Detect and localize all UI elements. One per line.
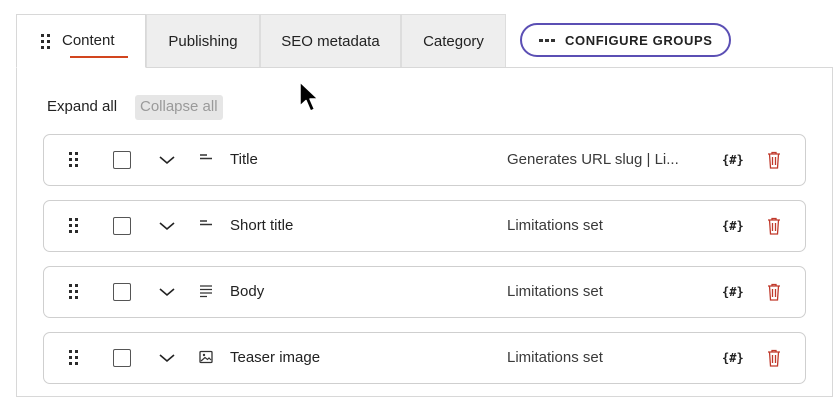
chevron-down-icon[interactable] bbox=[158, 153, 176, 167]
dots-icon bbox=[539, 38, 555, 42]
expand-all-button[interactable]: Expand all bbox=[47, 96, 117, 120]
delete-icon[interactable] bbox=[766, 150, 782, 170]
configure-groups-button[interactable]: CONFIGURE GROUPS bbox=[520, 23, 731, 57]
tab-label: Category bbox=[423, 33, 484, 50]
drag-handle-icon[interactable] bbox=[69, 218, 78, 233]
drag-handle-icon[interactable] bbox=[69, 350, 78, 365]
tab-publishing[interactable]: Publishing bbox=[146, 14, 260, 68]
active-tab-indicator bbox=[70, 56, 128, 58]
row-checkbox[interactable] bbox=[113, 283, 131, 301]
row-checkbox[interactable] bbox=[113, 349, 131, 367]
field-name: Title bbox=[230, 151, 258, 168]
tab-content[interactable]: Content bbox=[16, 14, 146, 68]
field-row-short-title: Short title Limitations set {#} bbox=[43, 200, 806, 252]
tab-bar: Content Publishing SEO metadata Category… bbox=[16, 14, 832, 68]
delete-icon[interactable] bbox=[766, 282, 782, 302]
token-icon[interactable]: {#} bbox=[722, 216, 744, 236]
field-name: Short title bbox=[230, 217, 294, 234]
field-summary: Generates URL slug | Li... bbox=[507, 151, 679, 168]
tab-seo-metadata[interactable]: SEO metadata bbox=[260, 14, 401, 68]
tab-category[interactable]: Category bbox=[401, 14, 506, 68]
field-summary: Limitations set bbox=[507, 217, 603, 234]
image-icon bbox=[199, 350, 213, 364]
tab-label: Publishing bbox=[168, 33, 238, 50]
content-type-editor: Content Publishing SEO metadata Category… bbox=[0, 0, 838, 397]
chevron-down-icon[interactable] bbox=[158, 351, 176, 365]
field-row-body: Body Limitations set {#} bbox=[43, 266, 806, 318]
token-icon[interactable]: {#} bbox=[722, 150, 744, 170]
token-icon[interactable]: {#} bbox=[722, 348, 744, 368]
field-row-teaser-image: Teaser image Limitations set {#} bbox=[43, 332, 806, 384]
field-name: Body bbox=[230, 283, 265, 300]
drag-handle-icon[interactable] bbox=[69, 284, 78, 299]
field-summary: Limitations set bbox=[507, 349, 603, 366]
field-name: Teaser image bbox=[230, 349, 321, 366]
delete-icon[interactable] bbox=[766, 348, 782, 368]
chevron-down-icon[interactable] bbox=[158, 219, 176, 233]
mouse-cursor-icon bbox=[299, 81, 319, 112]
collapse-all-button[interactable]: Collapse all bbox=[135, 95, 223, 120]
row-checkbox[interactable] bbox=[113, 151, 131, 169]
delete-icon[interactable] bbox=[766, 216, 782, 236]
field-row-title: Title Generates URL slug | Li... {#} bbox=[43, 134, 806, 186]
long-text-icon bbox=[200, 285, 212, 298]
chevron-down-icon[interactable] bbox=[158, 285, 176, 299]
tab-label: Content bbox=[62, 31, 115, 49]
configure-groups-label: CONFIGURE GROUPS bbox=[565, 32, 713, 48]
short-text-icon bbox=[200, 154, 212, 160]
short-text-icon bbox=[200, 220, 212, 226]
drag-handle-icon[interactable] bbox=[69, 152, 78, 167]
row-checkbox[interactable] bbox=[113, 217, 131, 235]
drag-handle-icon[interactable] bbox=[41, 33, 50, 49]
field-summary: Limitations set bbox=[507, 283, 603, 300]
tab-label: SEO metadata bbox=[281, 33, 380, 50]
token-icon[interactable]: {#} bbox=[722, 282, 744, 302]
